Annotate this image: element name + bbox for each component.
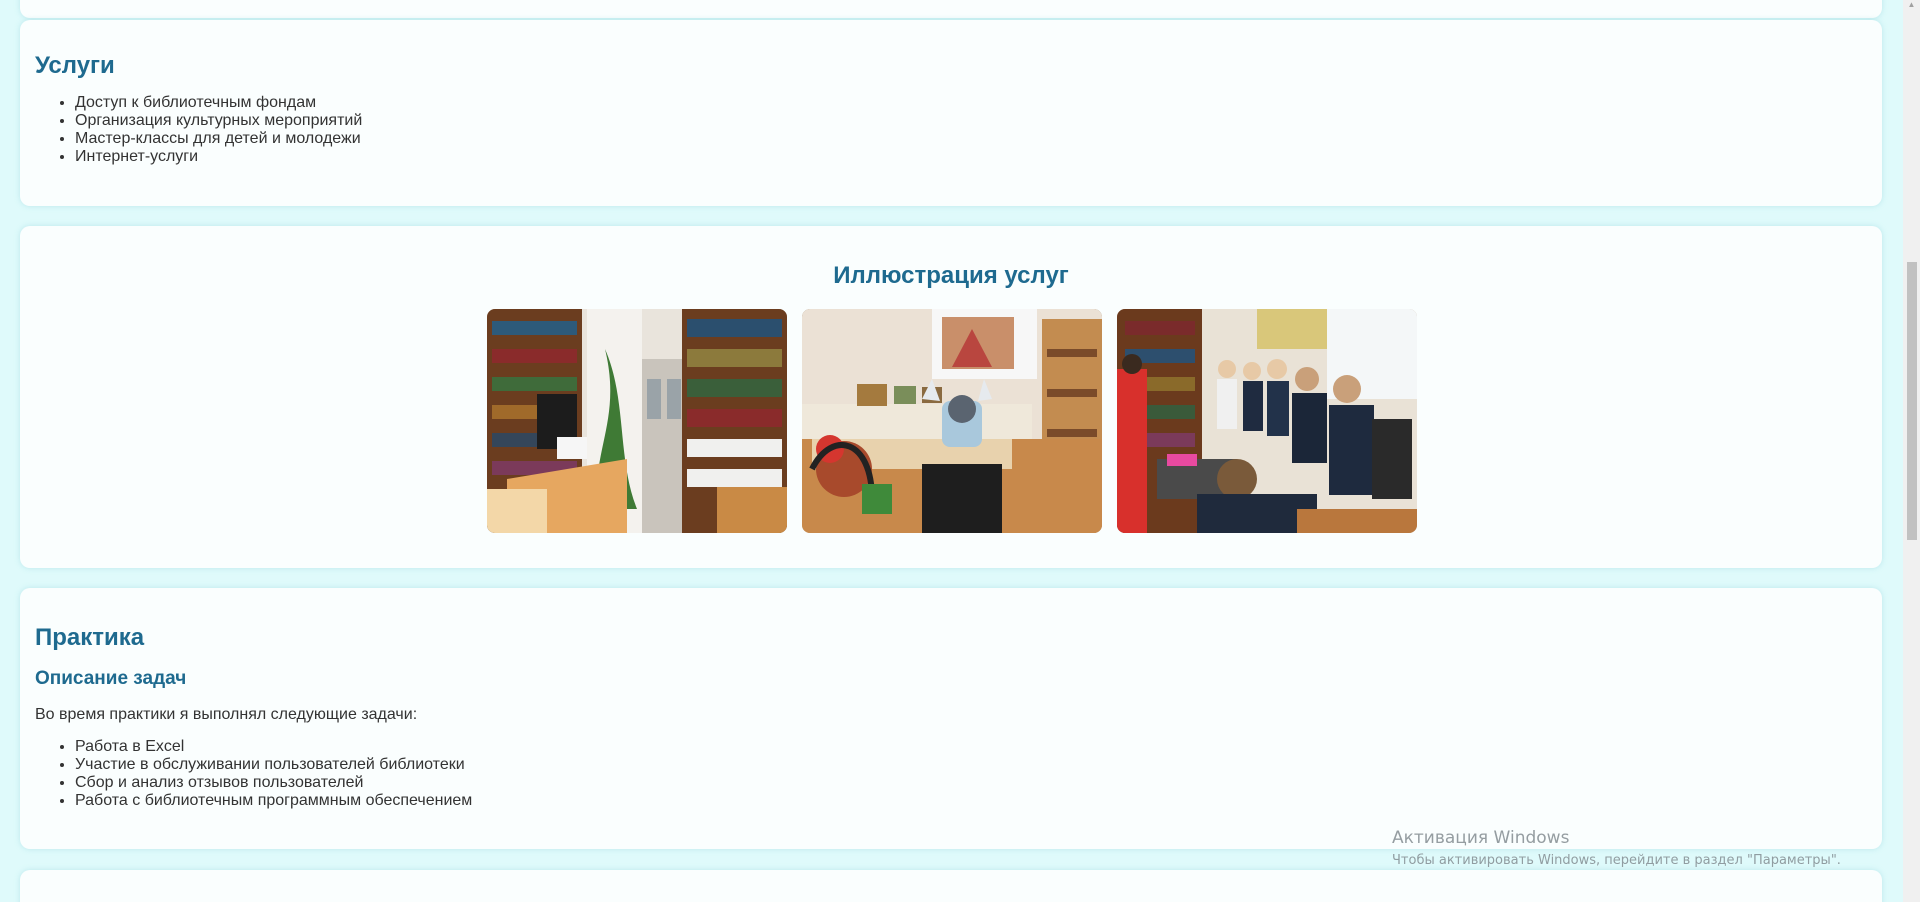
practice-list: Работа в Excel Участие в обслуживании по… xyxy=(35,738,1867,810)
list-item: Организация культурных мероприятий xyxy=(75,112,1867,130)
practice-title: Практика xyxy=(35,624,145,651)
practice-section: Практика Описание задач Во время практик… xyxy=(20,588,1882,849)
watermark-title: Активация Windows xyxy=(1392,828,1570,848)
page: Услуги Доступ к библиотечным фондам Орга… xyxy=(0,0,1920,902)
school-group-photo xyxy=(1117,309,1417,533)
vertical-scrollbar[interactable]: ▲ xyxy=(1903,0,1920,902)
children-event-photo xyxy=(802,309,1102,533)
list-item: Сбор и анализ отзывов пользователей xyxy=(75,774,1867,792)
illustration-section: Иллюстрация услуг xyxy=(20,226,1882,568)
next-section-card xyxy=(20,870,1882,902)
list-item: Участие в обслуживании пользователей биб… xyxy=(75,756,1867,774)
scrollbar-thumb[interactable] xyxy=(1907,262,1917,540)
list-item: Интернет-услуги xyxy=(75,148,1867,166)
list-item: Работа с библиотечным программным обеспе… xyxy=(75,792,1867,810)
services-title: Услуги xyxy=(35,52,115,79)
chevron-up-icon[interactable]: ▲ xyxy=(1903,0,1920,12)
practice-intro: Во время практики я выполнял следующие з… xyxy=(35,706,418,723)
illustration-title: Иллюстрация услуг xyxy=(833,262,1069,289)
windows-activation-watermark: Активация Windows Чтобы активировать Win… xyxy=(1392,828,1841,870)
list-item: Мастер-классы для детей и молодежи xyxy=(75,130,1867,148)
services-list: Доступ к библиотечным фондам Организация… xyxy=(35,94,1867,166)
list-item: Работа в Excel xyxy=(75,738,1867,756)
watermark-subtitle: Чтобы активировать Windows, перейдите в … xyxy=(1392,853,1841,868)
list-item: Доступ к библиотечным фондам xyxy=(75,94,1867,112)
previous-section-card xyxy=(20,0,1882,18)
library-shelves-photo xyxy=(487,309,787,533)
tasks-subtitle: Описание задач xyxy=(35,668,187,689)
services-section: Услуги Доступ к библиотечным фондам Орга… xyxy=(20,20,1882,206)
